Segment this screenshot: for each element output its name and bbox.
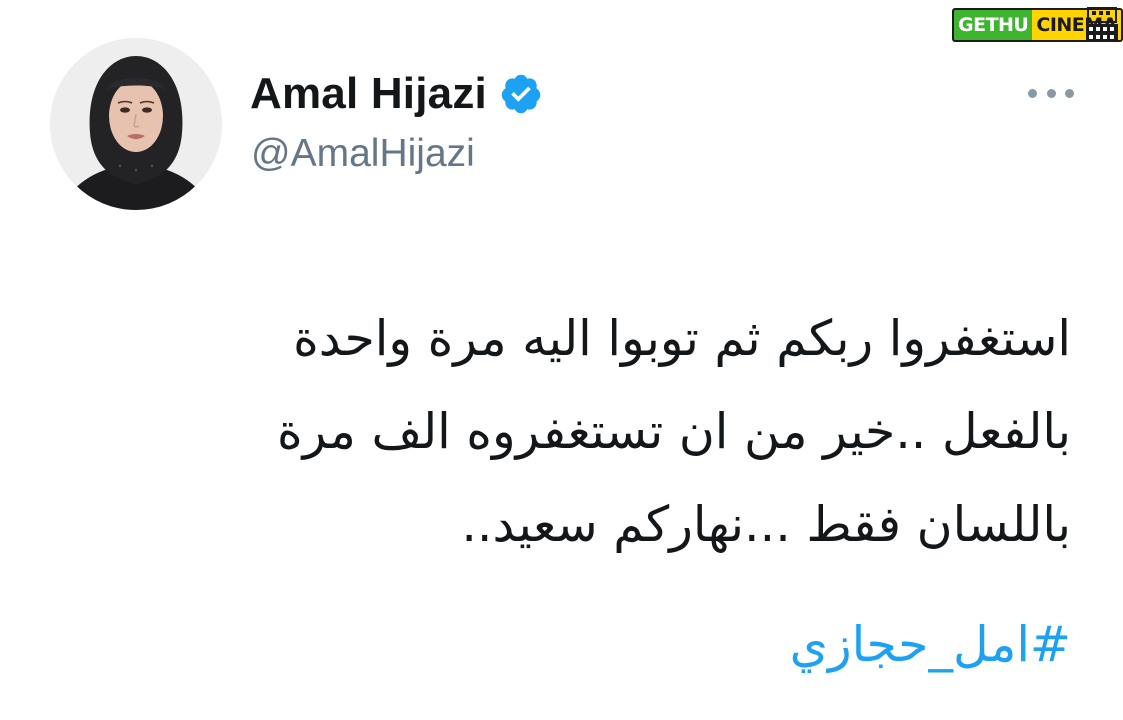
film-reel-icon [1086,7,1118,42]
tweet-text-line: بالفعل ..خير من ان تستغفروه الف مرة [276,403,1071,460]
watermark-left-text: GETHU [952,8,1033,42]
profile-avatar[interactable] [50,38,222,210]
profile-photo [50,38,222,210]
more-options-icon [1065,88,1074,98]
author-name-row: Amal Hijazi [250,64,543,124]
author-display-name[interactable]: Amal Hijazi [250,69,487,119]
hashtag-link[interactable]: #امل_حجازي [790,605,1071,685]
more-options-icon [1046,88,1056,98]
more-options-icon [1028,88,1037,98]
tweet-screenshot: GETHU CINEMA Amal Hijazi @AmalHijazi است… [0,0,1123,720]
verified-badge-icon [501,74,541,114]
watermark-logo: GETHU CINEMA [952,6,1123,46]
more-options-button[interactable] [1028,80,1074,106]
tweet-text: استغفروا ربكم ثم توبوا اليه مرة واحدة با… [71,292,1071,571]
tweet-text-line: استغفروا ربكم ثم توبوا اليه مرة واحدة [293,310,1071,367]
tweet-text-line: باللسان فقط ...نهاركم سعيد.. [461,496,1071,553]
author-handle[interactable]: @AmalHijazi [251,132,475,176]
